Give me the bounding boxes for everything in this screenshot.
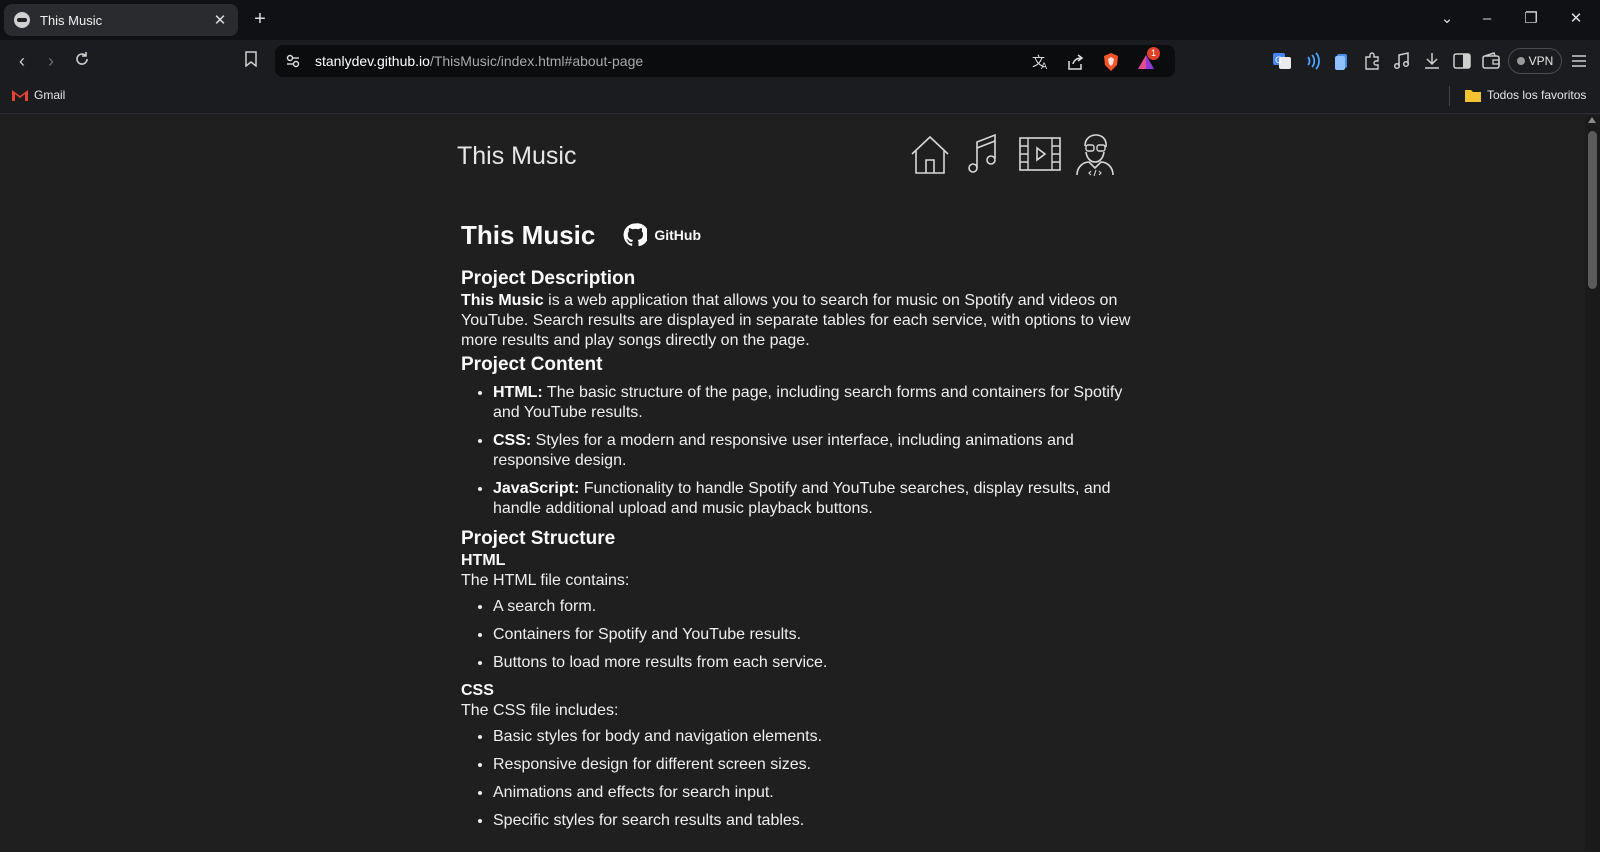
- forward-button[interactable]: ›: [40, 50, 62, 72]
- description-strong: This Music: [461, 292, 544, 309]
- back-button[interactable]: ‹: [11, 50, 33, 72]
- vpn-button[interactable]: VPN: [1508, 48, 1562, 74]
- browser-toolbar: ‹ › stanlydev.github.io/ThisMusic/index.…: [0, 40, 1600, 82]
- gmail-icon: [12, 90, 28, 101]
- list-item-term: CSS:: [493, 432, 532, 449]
- description-text: is a web application that allows you to …: [461, 292, 1131, 349]
- list-item-term: HTML:: [493, 384, 543, 401]
- vpn-label: VPN: [1528, 54, 1554, 68]
- description-paragraph: This Music is a web application that all…: [461, 291, 1131, 351]
- menu-icon[interactable]: [1569, 51, 1589, 71]
- address-bar[interactable]: stanlydev.github.io/ThisMusic/index.html…: [275, 45, 1175, 77]
- bookmarks-divider: [1449, 86, 1450, 106]
- site-brand[interactable]: This Music: [457, 142, 576, 171]
- list-item: JavaScript: Functionality to handle Spot…: [493, 479, 1131, 519]
- site-settings-icon[interactable]: [285, 53, 301, 69]
- list-item-text: Styles for a modern and responsive user …: [493, 432, 1074, 469]
- bookmarks-bar: Gmail Todos los favoritos: [0, 82, 1600, 114]
- home-icon[interactable]: [908, 132, 952, 176]
- github-label: GitHub: [654, 227, 702, 243]
- list-item: Specific styles for search results and t…: [493, 811, 1131, 831]
- html-intro: The HTML file contains:: [461, 572, 630, 589]
- about-title-row: This Music GitHub: [461, 211, 1131, 259]
- site-favicon-icon: [14, 12, 30, 28]
- media-music-icon[interactable]: [1392, 51, 1412, 71]
- tab-title: This Music: [40, 12, 103, 28]
- list-item-text: Functionality to handle Spotify and YouT…: [493, 480, 1111, 517]
- list-item: A search form.: [493, 597, 1131, 617]
- list-item: CSS: Styles for a modern and responsive …: [493, 431, 1131, 471]
- bookmark-gmail[interactable]: Gmail: [12, 88, 65, 102]
- wallet-icon[interactable]: [1481, 51, 1501, 71]
- github-icon: [623, 223, 648, 247]
- site-nav: [897, 132, 1117, 176]
- list-item: Basic styles for body and navigation ele…: [493, 727, 1131, 747]
- list-item-text: The basic structure of the page, includi…: [493, 384, 1123, 421]
- sidebar-icon[interactable]: [1452, 51, 1472, 71]
- svg-text:G: G: [1275, 56, 1282, 66]
- list-item: Containers for Spotify and YouTube resul…: [493, 625, 1131, 645]
- css-subheading: CSS: [461, 682, 494, 699]
- brave-shields-icon[interactable]: [1101, 52, 1121, 72]
- svg-text:A: A: [1041, 62, 1048, 72]
- scroll-up-arrow-icon[interactable]: [1588, 117, 1596, 123]
- list-item-term: JavaScript:: [493, 480, 580, 497]
- github-link[interactable]: GitHub: [623, 223, 701, 247]
- html-list: A search form. Containers for Spotify an…: [461, 597, 1131, 673]
- vpn-status-icon: [1516, 57, 1525, 65]
- web-page: This Music This Music GitHub Project Des…: [0, 115, 1585, 852]
- html-subheading: HTML: [461, 552, 506, 569]
- minimize-button[interactable]: –: [1477, 9, 1497, 29]
- about-title: This Music: [461, 220, 596, 250]
- tab-bar: This Music ✕ + ⌄ – ❐ ✕: [0, 0, 1600, 40]
- new-tab-button[interactable]: +: [250, 9, 270, 29]
- structure-heading: Project Structure: [461, 528, 616, 549]
- list-item: Buttons to load more results from each s…: [493, 653, 1131, 673]
- music-note-icon[interactable]: [963, 132, 1007, 176]
- tab-this-music[interactable]: This Music ✕: [4, 4, 238, 36]
- list-item: Responsive design for different screen s…: [493, 755, 1131, 775]
- bookmark-icon[interactable]: [240, 50, 262, 72]
- css-intro: The CSS file includes:: [461, 702, 619, 719]
- developer-icon[interactable]: [1073, 132, 1117, 176]
- list-item: HTML: The basic structure of the page, i…: [493, 383, 1131, 423]
- close-window-button[interactable]: ✕: [1566, 9, 1586, 29]
- all-favorites-label: Todos los favoritos: [1487, 88, 1587, 102]
- restore-button[interactable]: ❐: [1521, 9, 1541, 29]
- about-section: This Music GitHub Project Description Th…: [461, 211, 1131, 839]
- extensions-puzzle-icon[interactable]: [1362, 51, 1382, 71]
- url-path: /ThisMusic/index.html#about-page: [429, 53, 644, 69]
- tab-search-chevron-icon[interactable]: ⌄: [1437, 9, 1457, 29]
- list-item: Animations and effects for search input.: [493, 783, 1131, 803]
- content-heading: Project Content: [461, 354, 603, 375]
- site-header: This Music: [457, 132, 1117, 182]
- alert-badge: 1: [1147, 47, 1160, 60]
- downloads-icon[interactable]: [1422, 51, 1442, 71]
- bookmark-all-favorites[interactable]: Todos los favoritos: [1465, 88, 1586, 102]
- copy-extension-icon[interactable]: [1332, 51, 1352, 71]
- css-list: Basic styles for body and navigation ele…: [461, 727, 1131, 831]
- description-heading: Project Description: [461, 268, 636, 289]
- read-aloud-icon[interactable]: [1302, 51, 1322, 71]
- url-host: stanlydev.github.io: [315, 53, 430, 69]
- content-list: HTML: The basic structure of the page, i…: [461, 383, 1131, 519]
- scrollbar-thumb[interactable]: [1588, 131, 1597, 289]
- bookmark-gmail-label: Gmail: [34, 88, 66, 102]
- translate-extension-icon[interactable]: G: [1272, 51, 1292, 71]
- close-tab-icon[interactable]: ✕: [212, 11, 228, 29]
- share-icon[interactable]: [1065, 52, 1085, 72]
- reload-button[interactable]: [71, 50, 93, 72]
- page-scrollbar[interactable]: [1585, 115, 1600, 852]
- folder-icon: [1465, 89, 1481, 102]
- translate-icon[interactable]: 文A: [1030, 52, 1050, 72]
- video-icon[interactable]: [1018, 132, 1062, 176]
